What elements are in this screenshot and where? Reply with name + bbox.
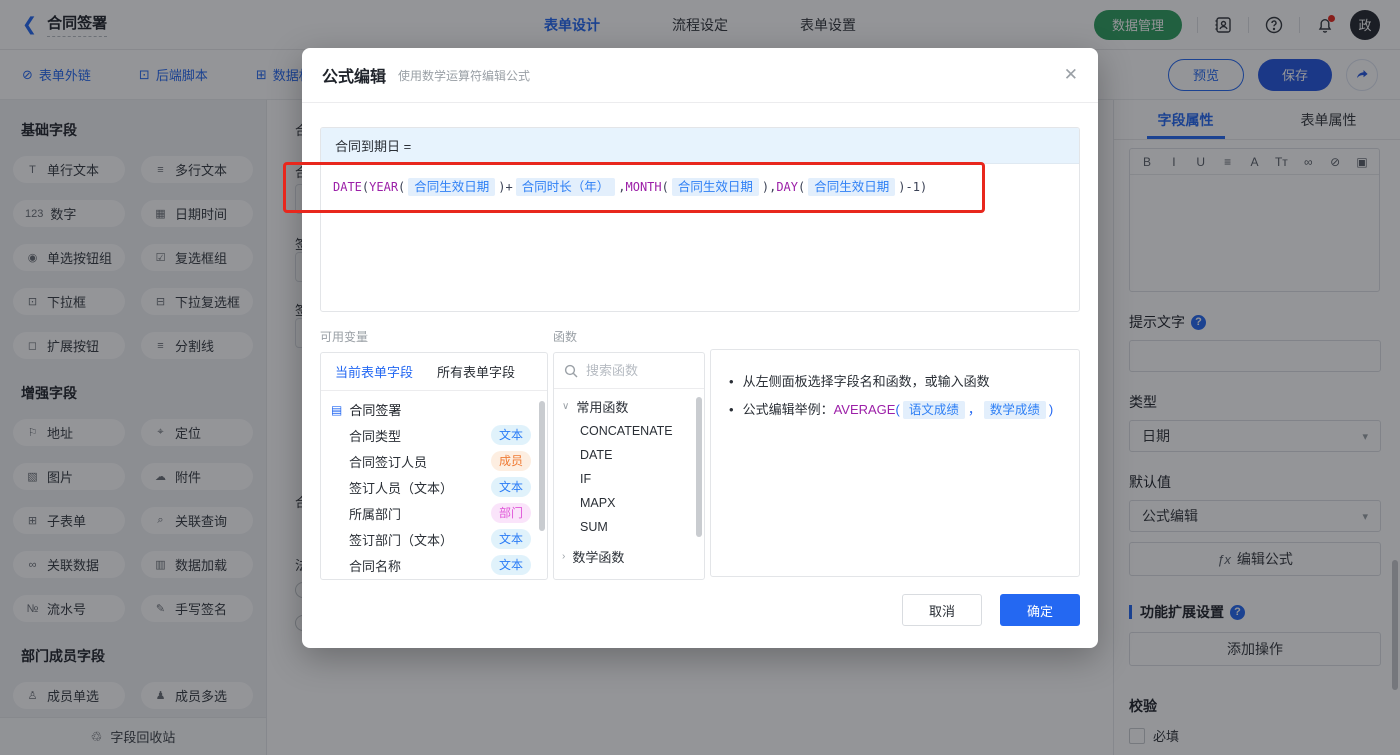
example-segment: AVERAGE [833, 402, 896, 417]
variable-row[interactable]: 合同名称 文本 [321, 552, 547, 578]
formula-target-field: 合同到期日 = [321, 128, 1079, 164]
annotation-rectangle [283, 162, 985, 213]
variable-name: 合同类型 [349, 428, 402, 444]
formula-editor-box: 合同到期日 = DATE(YEAR(合同生效日期)+ 合同时长（年） ,MONTH(… [320, 127, 1080, 312]
variable-name: 签订部门（文本） [349, 532, 454, 548]
variable-type-badge: 文本 [490, 425, 531, 445]
variable-name: 合同名称 [349, 558, 402, 574]
variable-type-badge: 部门 [490, 503, 531, 523]
variable-row[interactable]: 签订人员（文本） 文本 [321, 474, 547, 500]
hints-panel: • 从左侧面板选择字段名和函数，或输入函数 • 公式编辑举例：AVERAGE(语… [710, 349, 1080, 577]
variables-panel: 当前表单字段 所有表单字段 ▤ 合同签署 合同类型 文本 合同签订人员 成员 签… [320, 352, 548, 580]
example-segment: ) [1048, 402, 1054, 417]
variables-tabs: 当前表单字段 所有表单字段 [321, 353, 547, 391]
variables-scrollbar[interactable] [539, 401, 545, 531]
modal-footer: 取消 确定 [902, 594, 1080, 626]
hint-line-2: • 公式编辑举例：AVERAGE(语文成绩，数学成绩) [729, 400, 1061, 420]
function-item[interactable]: DATE [554, 443, 704, 467]
variable-row[interactable]: 合同签订人员 成员 [321, 448, 547, 474]
variables-label: 可用变量 [320, 330, 369, 344]
document-icon: ▤ [331, 402, 343, 417]
variable-name: 合同签订人员 [349, 454, 428, 470]
variables-tab[interactable]: 所有表单字段 [423, 362, 525, 381]
variable-type-badge: 文本 [490, 555, 531, 575]
variable-row[interactable]: 签订部门（文本） 文本 [321, 526, 547, 552]
modal-header: 公式编辑 使用数学运算符编辑公式 ✕ [302, 48, 1098, 103]
example-segment: ， [967, 402, 981, 417]
function-group-common[interactable]: ∨ 常用函数 [554, 389, 704, 419]
hints-spacer [710, 328, 1080, 342]
confirm-button[interactable]: 确定 [1000, 594, 1080, 626]
example-segment: 语文成绩 [902, 401, 965, 419]
search-icon [564, 364, 578, 377]
function-group-text[interactable]: › 文本函数 [554, 569, 704, 579]
function-item[interactable]: MAPX [554, 491, 704, 515]
cancel-button[interactable]: 取消 [902, 594, 982, 626]
variable-type-badge: 成员 [490, 451, 531, 471]
modal-subtitle: 使用数学运算符编辑公式 [398, 68, 531, 83]
functions-scrollbar[interactable] [696, 397, 702, 537]
example-segment: 数学成绩 [983, 401, 1046, 419]
function-search [554, 353, 704, 389]
variables-tab[interactable]: 当前表单字段 [321, 362, 423, 381]
function-item[interactable]: IF [554, 467, 704, 491]
function-item[interactable]: SUM [554, 515, 704, 539]
functions-label: 函数 [553, 330, 578, 344]
function-search-input[interactable] [586, 363, 686, 378]
caret-down-icon: ∨ [562, 401, 570, 412]
variable-row[interactable]: 合同类型 文本 [321, 422, 547, 448]
variable-type-badge: 文本 [490, 529, 531, 549]
example-segment: ( [895, 402, 900, 417]
close-icon[interactable]: ✕ [1064, 65, 1078, 85]
variable-name: 所属部门 [349, 506, 402, 522]
bullet-icon: • [729, 402, 734, 417]
formula-editor-modal: 公式编辑 使用数学运算符编辑公式 ✕ 合同到期日 = DATE(YEAR(合同生… [302, 48, 1098, 648]
variables-tree: 合同类型 文本 合同签订人员 成员 签订人员（文本） 文本 所属部门 部门 签订… [321, 422, 547, 578]
form-tree-root[interactable]: ▤ 合同签署 [321, 391, 547, 422]
variable-row[interactable]: 所属部门 部门 [321, 500, 547, 526]
form-tree-root-label: 合同签署 [349, 403, 402, 418]
hint-example: 公式编辑举例：AVERAGE(语文成绩，数学成绩) [742, 401, 1054, 419]
variable-name: 签订人员（文本） [349, 480, 454, 496]
bullet-icon: • [729, 374, 734, 389]
functions-panel: ∨ 常用函数 CONCATENATEDATEIFMAPXSUM › 数学函数 ›… [553, 352, 705, 580]
modal-title: 公式编辑 [322, 69, 387, 86]
function-group-math[interactable]: › 数学函数 [554, 539, 704, 569]
hint-line-1: • 从左侧面板选择字段名和函数，或输入函数 [729, 372, 1061, 392]
function-item[interactable]: CONCATENATE [554, 419, 704, 443]
caret-right-icon: › [562, 551, 566, 562]
function-list: CONCATENATE DATE IF MAPX SUM [554, 419, 704, 539]
variable-type-badge: 文本 [490, 477, 531, 497]
